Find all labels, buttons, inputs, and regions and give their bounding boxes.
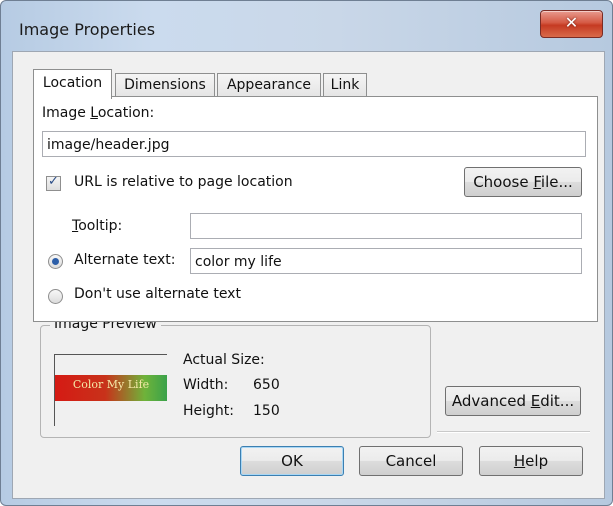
alternate-text-radio[interactable] — [48, 254, 63, 269]
relative-url-label: URL is relative to page location — [74, 174, 293, 190]
image-preview: Color My Life — [54, 354, 167, 426]
tab-link-label: Link — [330, 77, 360, 93]
alternate-text-input[interactable]: color my life — [190, 248, 582, 274]
no-alternate-text-radio[interactable] — [48, 289, 63, 304]
help-button[interactable]: Help — [479, 446, 583, 476]
title-bar[interactable]: Image Properties ✕ — [1, 1, 612, 41]
ok-button[interactable]: OK — [240, 446, 344, 476]
tooltip-label: Tooltip: — [72, 218, 123, 234]
image-location-label: Image Location: — [42, 105, 155, 121]
tab-dimensions[interactable]: Dimensions — [115, 73, 215, 98]
actual-size-label: Actual Size: — [183, 352, 265, 368]
tab-link[interactable]: Link — [323, 73, 367, 98]
width-value: 650 — [253, 377, 280, 393]
height-label: Height: — [183, 403, 234, 419]
cancel-button[interactable]: Cancel — [359, 446, 463, 476]
choose-file-button[interactable]: Choose File... — [464, 167, 582, 197]
image-properties-dialog: Image Properties ✕ Location Dimensions A… — [0, 0, 613, 506]
advanced-edit-button[interactable]: Advanced Edit... — [445, 386, 581, 416]
relative-url-checkbox[interactable]: ✓ — [46, 174, 61, 191]
close-button[interactable]: ✕ — [540, 10, 603, 38]
image-preview-group: Image Preview Color My Life Actual Size:… — [40, 316, 431, 438]
close-icon: ✕ — [564, 13, 579, 32]
tab-appearance[interactable]: Appearance — [217, 73, 321, 98]
separator — [437, 431, 590, 433]
checkmark-icon: ✓ — [48, 174, 59, 189]
preview-banner-text: Color My Life — [72, 378, 150, 391]
tab-dimensions-label: Dimensions — [124, 77, 206, 93]
preview-image: Color My Life — [55, 375, 167, 401]
no-alternate-text-label: Don't use alternate text — [74, 286, 241, 302]
tab-location[interactable]: Location — [33, 69, 112, 99]
width-label: Width: — [183, 377, 229, 393]
tooltip-input[interactable] — [190, 213, 582, 239]
image-location-input[interactable]: image/header.jpg — [42, 131, 586, 157]
location-panel: Image Location: image/header.jpg ✓ URL i… — [33, 96, 598, 322]
tab-appearance-label: Appearance — [226, 77, 312, 93]
tab-location-label: Location — [42, 75, 103, 91]
dialog-body: Location Dimensions Appearance Link Imag… — [12, 51, 605, 499]
window-title: Image Properties — [19, 20, 156, 39]
height-value: 150 — [253, 403, 280, 419]
alternate-text-label: Alternate text: — [74, 252, 176, 268]
